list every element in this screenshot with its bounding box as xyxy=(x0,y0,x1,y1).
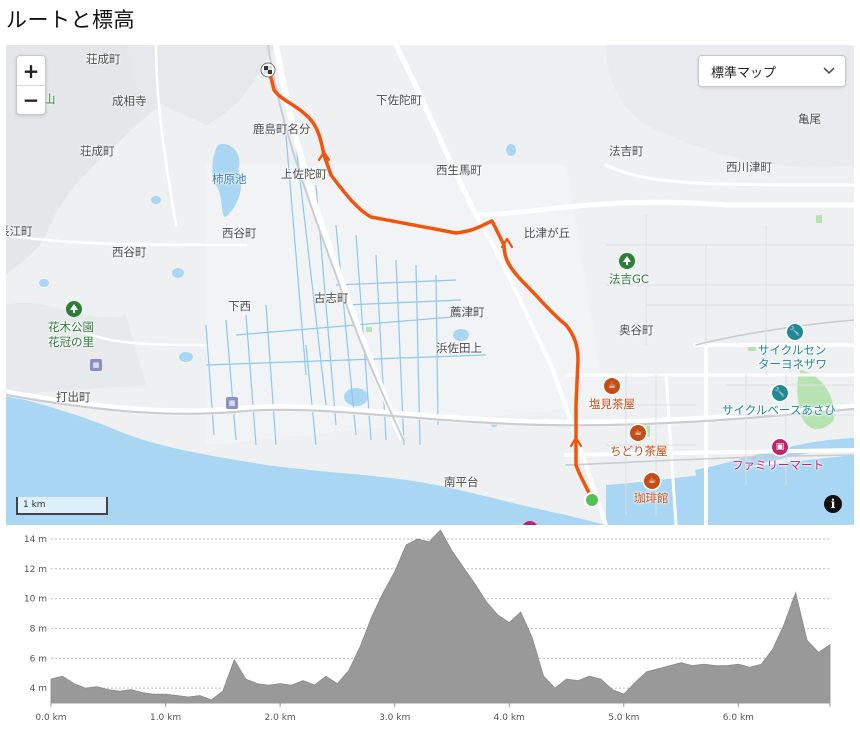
info-button[interactable]: i xyxy=(824,495,842,513)
y-tick-label: 14 m xyxy=(24,535,47,545)
page-title: ルートと標高 xyxy=(6,8,135,32)
map-base-layer xyxy=(6,45,854,525)
tree-icon[interactable] xyxy=(619,253,635,269)
place-label: 奥谷町 xyxy=(619,323,654,337)
info-icon: i xyxy=(830,497,836,511)
place-label: 薦津町 xyxy=(450,305,485,319)
zoom-control: + − xyxy=(16,55,46,115)
cafe-label: 塩見茶屋 xyxy=(589,397,635,411)
shop-label: サイクルベースあさひ xyxy=(722,403,836,417)
map-style-select[interactable]: 標準マップ xyxy=(698,55,846,87)
place-label: 亀尾 xyxy=(798,112,821,126)
place-label: 比津が丘 xyxy=(524,226,570,240)
y-tick-label: 4 m xyxy=(30,684,47,694)
place-label: 西谷町 xyxy=(112,245,147,259)
place-label: 鹿島町名分 xyxy=(253,122,311,136)
zoom-in-button[interactable]: + xyxy=(17,56,45,85)
place-label: 上佐陀町 xyxy=(281,167,327,181)
chevron-down-icon xyxy=(823,67,835,75)
wrench-icon[interactable]: 🔧 xyxy=(787,324,803,340)
place-label: 西谷町 xyxy=(222,226,257,240)
start-marker xyxy=(584,492,600,508)
cafe-label: 珈琲館 xyxy=(634,491,669,505)
tree-icon[interactable] xyxy=(66,301,82,317)
cafe-icon[interactable]: ☕ xyxy=(630,425,646,441)
elevation-x-axis: 0.0 km 1.0 km 2.0 km 3.0 km 4.0 km 5.0 km 6.0 … xyxy=(35,703,831,723)
route-map[interactable]: 荘成町 成相寺 下佐陀町 亀尾 鹿島町名分 荘成町 法吉町 柿原池 上佐陀町 西… xyxy=(6,45,854,525)
place-label: 荘成町 xyxy=(80,144,115,158)
lake-label: 柿原池 xyxy=(212,172,247,186)
cafe-icon[interactable]: ☕ xyxy=(604,378,620,394)
shopping-bag-icon[interactable]: ▣ xyxy=(772,439,788,455)
x-tick-label: 5.0 km xyxy=(608,713,639,723)
shop-label: ターヨネザワ xyxy=(758,357,827,371)
place-label: 西生馬町 xyxy=(436,163,482,177)
place-label: 長江町 xyxy=(6,224,33,238)
post-office-icon: ▦ xyxy=(226,397,238,409)
post-office-icon: ▦ xyxy=(90,359,102,371)
scale-label: 1 km xyxy=(23,500,46,510)
end-marker xyxy=(260,62,276,78)
y-tick-label: 6 m xyxy=(30,654,47,664)
map-style-value: 標準マップ xyxy=(711,65,777,81)
y-tick-label: 10 m xyxy=(24,595,47,605)
elevation-y-axis: 14 m 12 m 10 m 8 m 6 m 4 m xyxy=(24,535,47,694)
shop-label: ファミリーマート xyxy=(732,458,824,472)
park-label: 花冠の里 xyxy=(48,335,94,349)
x-tick-label: 1.0 km xyxy=(150,713,181,723)
place-label: 荘成町 xyxy=(86,52,121,66)
place-label: 成相寺 xyxy=(112,94,147,108)
wrench-icon[interactable]: 🔧 xyxy=(772,385,788,401)
place-label: 下西 xyxy=(228,299,251,313)
y-tick-label: 12 m xyxy=(24,565,47,575)
park-label: 花木公園 xyxy=(48,320,94,334)
x-tick-label: 3.0 km xyxy=(379,713,410,723)
elevation-chart: 14 m 12 m 10 m 8 m 6 m 4 m 0.0 km 1.0 km 2.0 km… xyxy=(24,530,831,723)
cafe-label: ちどり茶屋 xyxy=(610,444,668,458)
place-label: 打出町 xyxy=(56,390,91,404)
cafe-icon[interactable]: ☕ xyxy=(644,473,660,489)
x-tick-label: 2.0 km xyxy=(265,713,296,723)
place-label: 西川津町 xyxy=(726,160,772,174)
place-label: 法吉町 xyxy=(609,144,644,158)
elevation-area-series xyxy=(50,530,831,704)
place-label: 南平台 xyxy=(444,475,479,489)
place-label: 古志町 xyxy=(314,291,349,305)
zoom-out-button[interactable]: − xyxy=(17,85,45,114)
y-tick-label: 8 m xyxy=(30,624,47,634)
scale-bar: 1 km xyxy=(16,497,108,515)
x-tick-label: 6.0 km xyxy=(723,713,754,723)
x-tick-label: 4.0 km xyxy=(494,713,525,723)
x-tick-label: 0.0 km xyxy=(35,713,66,723)
park-label: 法吉GC xyxy=(609,272,649,286)
place-label: 浜佐田上 xyxy=(436,341,482,355)
place-label: 下佐陀町 xyxy=(376,93,422,107)
